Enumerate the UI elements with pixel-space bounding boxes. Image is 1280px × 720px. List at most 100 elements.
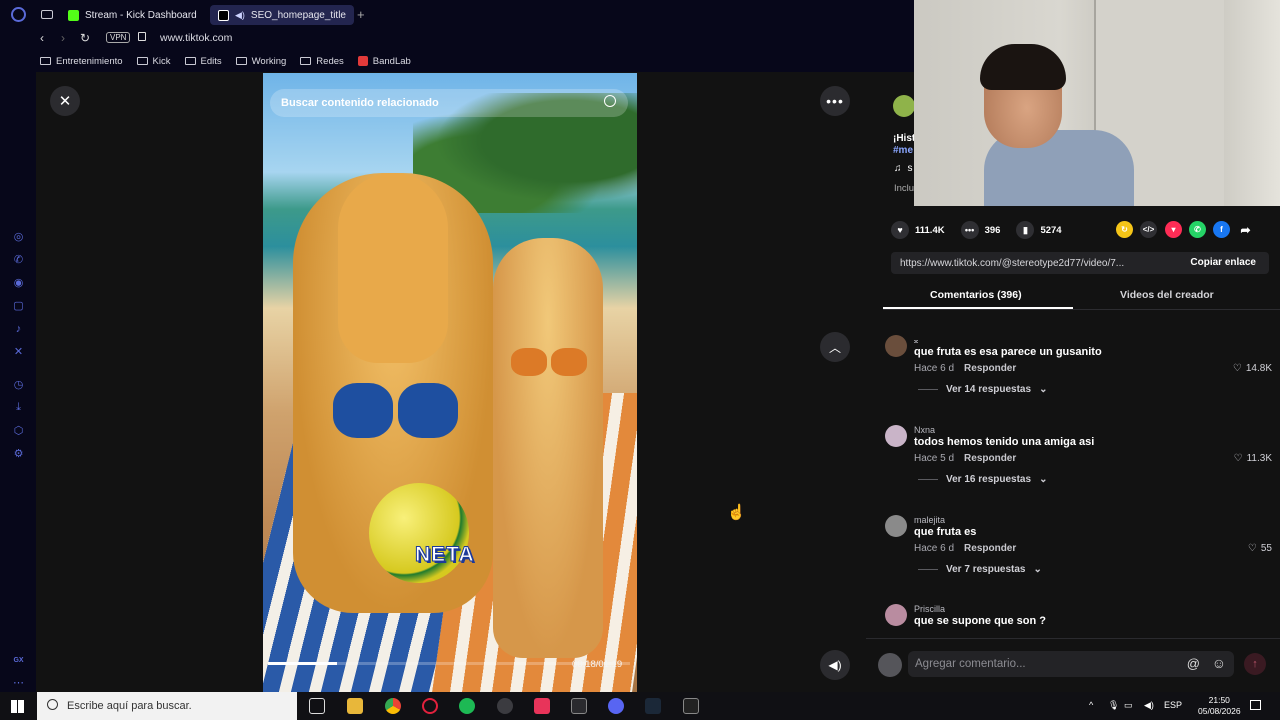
- whatsapp-share-icon[interactable]: ✆: [1189, 221, 1206, 238]
- chrome-icon[interactable]: [385, 698, 401, 714]
- back-icon[interactable]: ‹: [40, 31, 44, 45]
- task-view-icon[interactable]: [309, 698, 325, 714]
- like-button[interactable]: ♥ 111.4K: [891, 221, 945, 239]
- file-explorer-icon[interactable]: [347, 698, 363, 714]
- bookmark-edits[interactable]: Edits: [184, 56, 222, 67]
- comment-like-button[interactable]: ♡ 11.3K: [1234, 453, 1272, 464]
- repost-icon[interactable]: ↻: [1116, 221, 1133, 238]
- view-replies-button[interactable]: Ver 7 respuestas ⌄: [918, 564, 1042, 575]
- more-icon[interactable]: ⋯: [12, 676, 25, 689]
- music-line[interactable]: ♫ s: [894, 163, 913, 174]
- reply-button[interactable]: Responder: [964, 543, 1016, 554]
- instagram-icon[interactable]: ▢: [12, 299, 25, 312]
- comment-username[interactable]: Nxna: [914, 425, 935, 435]
- copy-link-button[interactable]: Copiar enlace: [1190, 257, 1256, 268]
- gx-label[interactable]: GX: [12, 654, 25, 667]
- opera-gx-icon[interactable]: [422, 698, 438, 714]
- avatar[interactable]: [885, 515, 907, 537]
- related-search-placeholder: Buscar contenido relacionado: [281, 97, 439, 109]
- add-comment-input[interactable]: Agregar comentario... @ ☺: [908, 651, 1234, 677]
- comment-like-button[interactable]: ♡ 14.8K: [1233, 363, 1272, 374]
- share-link-box[interactable]: https://www.tiktok.com/@stereotype2d77/v…: [891, 252, 1269, 274]
- microphone-icon[interactable]: 🎙: [1108, 700, 1119, 711]
- spotify-icon[interactable]: [459, 698, 475, 714]
- network-icon[interactable]: ▭: [1124, 700, 1133, 711]
- windows-taskbar: Escribe aquí para buscar. ^ 🎙 ▭ ◀) ESP 2…: [0, 692, 1280, 720]
- previous-video-icon[interactable]: ︿: [820, 332, 850, 362]
- send-comment-icon[interactable]: ↑: [1244, 653, 1266, 675]
- epic-games-icon[interactable]: [683, 698, 699, 714]
- audio-playing-icon[interactable]: ◀): [235, 10, 245, 21]
- discord-icon[interactable]: [608, 698, 624, 714]
- new-tab-icon[interactable]: +: [357, 7, 365, 22]
- creator-avatar[interactable]: [893, 95, 915, 117]
- tiktok-icon[interactable]: ♪: [12, 322, 25, 335]
- tray-chevron-icon[interactable]: ^: [1089, 700, 1093, 710]
- tab-kick-dashboard[interactable]: Stream - Kick Dashboard: [60, 5, 205, 25]
- comment-like-button[interactable]: ♡ 55: [1248, 543, 1272, 554]
- notifications-icon[interactable]: [1250, 700, 1261, 710]
- comment-button[interactable]: ••• 396: [960, 221, 1000, 239]
- search-icon[interactable]: [604, 95, 616, 107]
- avatar[interactable]: [885, 604, 907, 626]
- browser-sidebar: ◎ ✆ ◉ ▢ ♪ ✕ ◷ ⤓ ⬡ ⚙ GX ⋯: [0, 30, 36, 692]
- bookmark-entretenimiento[interactable]: Entretenimiento: [40, 56, 123, 67]
- comment-username[interactable]: malejita: [914, 515, 945, 525]
- capcut-icon[interactable]: [534, 698, 550, 714]
- more-options-icon[interactable]: •••: [820, 86, 850, 116]
- embed-icon[interactable]: </>: [1140, 221, 1157, 238]
- send-to-friends-icon[interactable]: ▾: [1165, 221, 1182, 238]
- facebook-share-icon[interactable]: f: [1213, 221, 1230, 238]
- history-icon[interactable]: ◷: [12, 378, 25, 391]
- share-link-url: https://www.tiktok.com/@stereotype2d77/v…: [900, 257, 1125, 269]
- url-text[interactable]: www.tiktok.com: [160, 32, 232, 44]
- whatsapp-icon[interactable]: ✆: [12, 253, 25, 266]
- discord-icon[interactable]: ◉: [12, 276, 25, 289]
- avatar[interactable]: [885, 335, 907, 357]
- reload-icon[interactable]: ↻: [80, 31, 90, 45]
- reply-button[interactable]: Responder: [964, 453, 1016, 464]
- reply-button[interactable]: Responder: [964, 363, 1016, 374]
- tab-comments[interactable]: Comentarios (396): [930, 289, 1022, 301]
- close-icon[interactable]: ✕: [50, 86, 80, 116]
- workspaces-icon[interactable]: [41, 10, 53, 19]
- bookmark-redes[interactable]: Redes: [300, 56, 344, 67]
- emoji-icon[interactable]: ☺: [1212, 655, 1226, 671]
- mention-icon[interactable]: @: [1187, 656, 1200, 671]
- download-icon[interactable]: ⤓: [12, 401, 25, 414]
- bookmark-working[interactable]: Working: [235, 56, 286, 67]
- share-more-icon[interactable]: ➦: [1237, 221, 1254, 238]
- obs-icon[interactable]: [497, 698, 513, 714]
- windows-start-icon[interactable]: [11, 700, 24, 713]
- language-indicator[interactable]: ESP: [1164, 700, 1182, 710]
- comment-text: que fruta es: [914, 526, 977, 538]
- avatar[interactable]: [885, 425, 907, 447]
- taskbar-clock[interactable]: 21:50 05/08/2026: [1198, 695, 1241, 717]
- opera-logo-icon[interactable]: [11, 7, 26, 22]
- x-twitter-icon[interactable]: ✕: [12, 345, 25, 358]
- volume-icon[interactable]: ◀): [820, 650, 850, 680]
- tab-seo-homepage[interactable]: ◀) SEO_homepage_title: [210, 5, 354, 25]
- comment-username[interactable]: 𝄪: [914, 335, 918, 346]
- view-replies-button[interactable]: Ver 14 respuestas ⌄: [918, 384, 1047, 395]
- extensions-icon[interactable]: ⬡: [12, 424, 25, 437]
- included-label: Inclu: [894, 183, 915, 194]
- forward-icon[interactable]: ›: [61, 31, 65, 45]
- save-button[interactable]: ▮ 5274: [1016, 221, 1062, 239]
- messenger-icon[interactable]: ◎: [12, 230, 25, 243]
- comment-username[interactable]: Priscilla: [914, 604, 945, 614]
- video-player[interactable]: NETA: [263, 73, 637, 692]
- app-icon[interactable]: [571, 698, 587, 714]
- related-search-input[interactable]: Buscar contenido relacionado: [270, 89, 628, 117]
- creator-hashtag[interactable]: #me: [893, 145, 915, 157]
- speaker-icon[interactable]: ◀): [1144, 700, 1154, 711]
- settings-icon[interactable]: ⚙: [12, 447, 25, 460]
- view-replies-button[interactable]: Ver 16 respuestas ⌄: [918, 474, 1047, 485]
- tab-creator-videos[interactable]: Videos del creador: [1120, 289, 1214, 301]
- vpn-badge[interactable]: VPN: [106, 32, 131, 43]
- bookmark-kick[interactable]: Kick: [136, 56, 171, 67]
- creator-desc-line: ¡Hist: [893, 133, 916, 144]
- bookmark-bandlab[interactable]: BandLab: [357, 56, 411, 67]
- taskbar-search-input[interactable]: Escribe aquí para buscar.: [37, 692, 297, 720]
- steam-icon[interactable]: [645, 698, 661, 714]
